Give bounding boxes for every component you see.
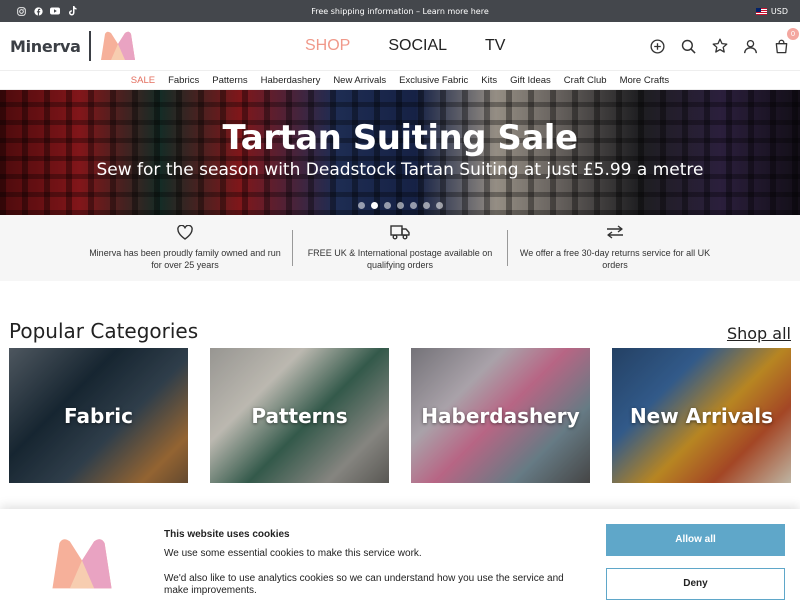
- add-circle-icon[interactable]: [649, 38, 666, 55]
- category-grid: Fabric Patterns Haberdashery New Arrival…: [0, 343, 800, 483]
- nav-social[interactable]: SOCIAL: [388, 37, 447, 55]
- subnav-fabrics[interactable]: Fabrics: [168, 75, 199, 86]
- usp-returns: We offer a free 30-day returns service f…: [508, 225, 722, 271]
- slider-dot[interactable]: [435, 202, 443, 209]
- cookie-banner: This website uses cookies We use some es…: [0, 509, 800, 600]
- heart-icon: [177, 225, 193, 240]
- categories-header: Popular Categories Shop all: [0, 281, 800, 343]
- usp-strip: Minerva has been proudly family owned an…: [0, 215, 800, 281]
- category-label: New Arrivals: [629, 403, 774, 428]
- shop-all-link[interactable]: Shop all: [727, 324, 791, 343]
- usp-family-text: Minerva has been proudly family owned an…: [89, 248, 281, 270]
- exchange-icon: [607, 225, 623, 239]
- search-icon[interactable]: [680, 38, 697, 55]
- cookie-logo: [0, 509, 164, 600]
- subnav-new-arrivals[interactable]: New Arrivals: [333, 75, 386, 86]
- subnav-craft-club[interactable]: Craft Club: [564, 75, 607, 86]
- cookie-analytics-text: We'd also like to use analytics cookies …: [164, 573, 564, 596]
- subnav-haberdashery[interactable]: Haberdashery: [261, 75, 321, 86]
- site-logo[interactable]: Minerva: [10, 30, 137, 62]
- cart-icon[interactable]: 0: [773, 27, 799, 55]
- facebook-icon[interactable]: [33, 6, 43, 16]
- category-label: Haberdashery: [421, 403, 580, 428]
- nav-tv[interactable]: TV: [485, 37, 505, 55]
- category-card-fabric[interactable]: Fabric: [9, 348, 188, 483]
- social-links: [16, 6, 77, 16]
- minerva-logo-icon: [100, 31, 135, 60]
- currency-selector[interactable]: USD: [755, 6, 788, 16]
- tiktok-icon[interactable]: [67, 6, 77, 16]
- currency-label: USD: [770, 6, 788, 16]
- category-label: Fabric: [64, 403, 133, 428]
- category-label: Patterns: [251, 403, 348, 428]
- minerva-logo-icon: [52, 539, 112, 589]
- cookie-essential-text: We use some essential cookies to make th…: [164, 548, 422, 559]
- categories-title: Popular Categories: [9, 319, 199, 343]
- youtube-icon[interactable]: [50, 6, 60, 16]
- subnav-sale[interactable]: SALE: [131, 75, 155, 86]
- category-card-haberdashery[interactable]: Haberdashery: [411, 348, 590, 483]
- cart-count-badge: 0: [787, 27, 799, 40]
- subnav-exclusive-fabric[interactable]: Exclusive Fabric: [399, 75, 468, 86]
- cookie-buttons: Allow all Deny: [606, 509, 785, 600]
- hero-title: Tartan Suiting Sale: [222, 118, 578, 158]
- slider-dot[interactable]: [383, 202, 391, 209]
- shipping-info-link[interactable]: Free shipping information – Learn more h…: [311, 7, 489, 16]
- star-icon[interactable]: [711, 38, 728, 55]
- header-actions: 0: [649, 27, 799, 55]
- us-flag-icon: [755, 7, 767, 15]
- main-nav: SHOP SOCIAL TV: [305, 37, 505, 55]
- nav-shop[interactable]: SHOP: [305, 37, 350, 55]
- hero-banner[interactable]: Tartan Suiting Sale Sew for the season w…: [0, 90, 800, 215]
- truck-icon: [390, 225, 410, 240]
- deny-button[interactable]: Deny: [606, 567, 785, 600]
- site-header: Minerva SHOP SOCIAL TV 0: [0, 22, 800, 70]
- allow-all-button[interactable]: Allow all: [606, 524, 785, 556]
- category-card-patterns[interactable]: Patterns: [210, 348, 389, 483]
- cookie-text: This website uses cookies We use some es…: [164, 509, 584, 600]
- slider-dot-active[interactable]: [370, 202, 378, 209]
- slider-dot[interactable]: [396, 202, 404, 209]
- usp-postage-text: FREE UK & International postage availabl…: [307, 248, 493, 270]
- usp-postage: FREE UK & International postage availabl…: [293, 225, 507, 271]
- slider-dots: [0, 202, 800, 209]
- cookie-title: This website uses cookies: [164, 529, 290, 540]
- subnav-patterns[interactable]: Patterns: [212, 75, 247, 86]
- top-bar: Free shipping information – Learn more h…: [0, 0, 800, 22]
- account-icon[interactable]: [742, 38, 759, 55]
- slider-dot[interactable]: [422, 202, 430, 209]
- slider-dot[interactable]: [409, 202, 417, 209]
- logo-divider: [88, 31, 91, 61]
- logo-text: Minerva: [10, 36, 81, 56]
- subnav-gift-ideas[interactable]: Gift Ideas: [510, 75, 551, 86]
- category-nav: SALE Fabrics Patterns Haberdashery New A…: [0, 70, 800, 90]
- usp-family: Minerva has been proudly family owned an…: [78, 225, 292, 271]
- instagram-icon[interactable]: [16, 6, 26, 16]
- hero-subtitle: Sew for the season with Deadstock Tartan…: [96, 160, 704, 180]
- subnav-kits[interactable]: Kits: [481, 75, 497, 86]
- category-card-new-arrivals[interactable]: New Arrivals: [612, 348, 791, 483]
- subnav-more-crafts[interactable]: More Crafts: [620, 75, 670, 86]
- slider-dot[interactable]: [357, 202, 365, 209]
- usp-returns-text: We offer a free 30-day returns service f…: [519, 248, 711, 270]
